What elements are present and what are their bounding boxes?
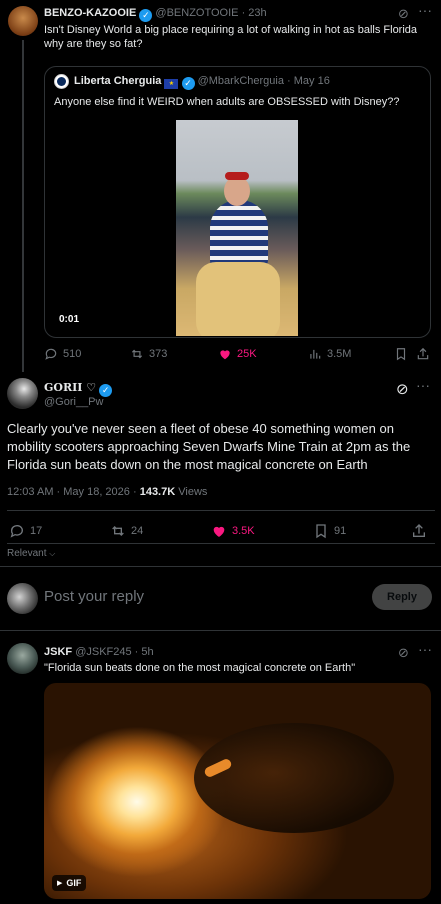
tweet2-header: GORII ♡ ✓ (44, 381, 113, 397)
divider (0, 630, 441, 631)
views-label: Views (178, 486, 208, 498)
separator: · (134, 646, 139, 658)
verified-icon: ✓ (139, 9, 153, 22)
video-duration: 0:01 (59, 314, 80, 325)
quote-text: Anyone else find it WEIRD when adults ar… (54, 96, 400, 108)
divider (7, 510, 435, 511)
sort-label: Relevant (7, 548, 47, 559)
share-icon (417, 347, 429, 360)
views-count: 3.5M (327, 348, 352, 360)
avatar-liberta (54, 74, 69, 89)
share-button[interactable] (416, 347, 430, 361)
eu-flag-icon: ★ (164, 79, 179, 89)
quote-video[interactable] (176, 120, 298, 336)
divider (0, 566, 441, 567)
quote-header: Liberta Cherguia ★ ✓ @MbarkCherguia · Ma… (74, 75, 330, 90)
quote-handle: @MbarkCherguia (197, 75, 284, 87)
grok-icon[interactable]: ⊘ (396, 380, 409, 398)
reply-submit-button[interactable]: Reply (372, 584, 432, 610)
like-button[interactable]: 3.5K (211, 523, 255, 539)
author-name[interactable]: GORII ♡ (44, 381, 96, 394)
divider (7, 543, 435, 544)
heart-icon (220, 350, 230, 360)
reply-input[interactable]: Post your reply (44, 588, 144, 605)
author-handle[interactable]: @JSKF245 (75, 646, 131, 658)
separator: · (241, 7, 246, 19)
post-timestamp[interactable]: 12:03 AM · May 18, 2026 · (7, 486, 137, 498)
like-count: 25K (237, 348, 257, 360)
quote-time: May 16 (293, 75, 330, 87)
views-button[interactable]: 3.5M (308, 347, 351, 361)
repost-icon (131, 349, 143, 359)
reply-button[interactable]: 17 (9, 523, 42, 539)
reply-count: 510 (63, 348, 82, 360)
quote-author-name: Liberta Cherguia (74, 75, 162, 87)
repost-count: 373 (149, 348, 168, 360)
bookmark-icon (396, 348, 406, 361)
repost-icon (112, 526, 124, 536)
reply-button[interactable]: 510 (44, 347, 81, 361)
bookmark-button[interactable] (394, 347, 408, 361)
avatar-jskf[interactable] (7, 643, 38, 674)
author-handle[interactable]: @Gori__Pw (44, 396, 103, 408)
gif-media[interactable] (44, 683, 431, 899)
verified-icon: ✓ (181, 77, 195, 90)
tweet3-text: "Florida sun beats done on the most magi… (44, 662, 356, 674)
author-name[interactable]: BENZO-KAZOOIE (44, 7, 136, 19)
repost-button[interactable]: 24 (110, 523, 143, 539)
author-handle[interactable]: @BENZOTOOIE (155, 7, 238, 19)
avatar-gorii[interactable] (7, 378, 38, 409)
bookmark-count: 91 (334, 525, 347, 537)
repost-count: 24 (131, 525, 144, 537)
thread-line (22, 40, 24, 372)
bookmark-button[interactable]: 91 (313, 523, 346, 539)
timestamp[interactable]: 5h (141, 646, 153, 658)
avatar-benzo[interactable] (8, 6, 38, 36)
timestamp[interactable]: 23h (248, 7, 266, 19)
views-icon (310, 349, 321, 359)
avatar-self (7, 583, 38, 614)
more-icon[interactable]: ··· (418, 2, 432, 18)
share-button[interactable] (411, 523, 427, 539)
more-icon[interactable]: ··· (418, 641, 432, 657)
sort-dropdown[interactable]: Relevant ⌵ (7, 548, 55, 559)
reply-count: 17 (30, 525, 43, 537)
separator: · (287, 75, 291, 87)
tweet3-header: JSKF @JSKF245 · 5h (44, 646, 154, 658)
grok-icon[interactable]: ⊘ (398, 645, 409, 661)
more-icon[interactable]: ··· (416, 377, 430, 393)
like-button[interactable]: 25K (218, 347, 257, 361)
heart-icon (213, 526, 225, 537)
tweet2-text: Clearly you've never seen a fleet of obe… (7, 421, 411, 472)
like-count: 3.5K (232, 525, 255, 537)
grok-icon[interactable]: ⊘ (398, 6, 409, 22)
view-count: 143.7K (139, 486, 176, 498)
play-icon[interactable]: ▶ (57, 879, 62, 887)
tweet1-header: BENZO-KAZOOIE ✓ @BENZOTOOIE · 23h (44, 7, 267, 22)
reply-icon (45, 348, 57, 360)
chevron-down-icon: ⌵ (49, 549, 56, 558)
gif-label: GIF (66, 878, 82, 888)
gif-badge: ▶ GIF (52, 875, 87, 891)
tweet1-text: Isn't Disney World a big place requiring… (44, 24, 418, 50)
bookmark-icon (316, 524, 326, 539)
repost-button[interactable]: 373 (130, 347, 167, 361)
reply-icon (10, 525, 23, 538)
author-name[interactable]: JSKF (44, 646, 72, 658)
share-icon (413, 524, 425, 537)
tweet2-meta: 12:03 AM · May 18, 2026 · 143.7K Views (7, 486, 207, 498)
